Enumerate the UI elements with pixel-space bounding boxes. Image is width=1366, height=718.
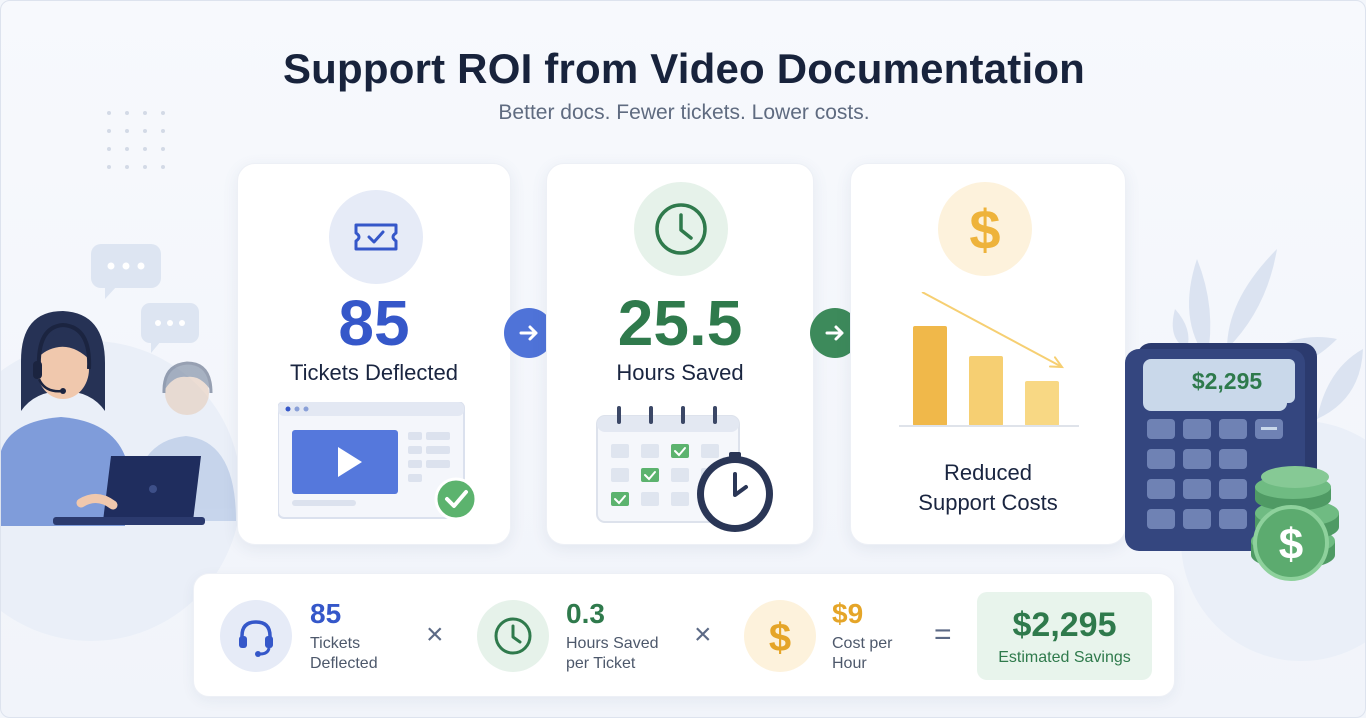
ticket-icon-circle xyxy=(329,190,423,284)
roi-formula-bar: 85 Tickets Deflected × 0.3 Hours Saved p… xyxy=(193,573,1175,697)
headset-icon xyxy=(239,620,273,657)
formula-cost-label-line1: Cost per xyxy=(832,635,893,652)
cost-bar xyxy=(913,326,947,426)
tickets-deflected-value: 85 xyxy=(338,287,410,359)
chat-bubble-icon xyxy=(91,244,161,299)
reduced-costs-label-line2: Support Costs xyxy=(918,490,1058,515)
coin-stack-illustration: $ xyxy=(1251,466,1339,581)
dollar-icon: $ xyxy=(969,198,1000,261)
formula-tickets-value: 85 xyxy=(310,598,342,629)
hours-saved-label: Hours Saved xyxy=(616,360,744,385)
svg-text:$: $ xyxy=(969,198,1000,261)
tickets-deflected-card: 85 Tickets Deflected xyxy=(237,163,511,545)
formula-hours-label-line2: per Ticket xyxy=(566,655,636,672)
svg-text:$: $ xyxy=(1279,520,1303,569)
equals-operator: = xyxy=(934,618,952,651)
check-badge-icon xyxy=(434,477,478,521)
formula-tickets-label-line2: Deflected xyxy=(310,655,378,672)
clock-icon-circle xyxy=(477,600,549,672)
hours-saved-value: 25.5 xyxy=(617,287,743,359)
formula-cost-label: Cost per Hour xyxy=(832,634,942,674)
clock-icon-circle xyxy=(634,182,728,276)
cost-bar xyxy=(1025,381,1059,426)
estimated-savings-box: $2,295 Estimated Savings xyxy=(977,592,1152,680)
cost-bar xyxy=(969,356,1003,426)
video-documentation-illustration xyxy=(278,402,478,521)
dollar-icon-circle: $ xyxy=(938,182,1032,276)
reduced-costs-card: $ Reduced Support Costs xyxy=(850,163,1126,545)
formula-tickets-label-line1: Tickets xyxy=(310,635,361,652)
formula-tickets-label: Tickets Deflected xyxy=(310,634,420,674)
svg-text:$: $ xyxy=(769,616,791,659)
page-title: Support ROI from Video Documentation xyxy=(282,45,1086,92)
calculator-display: $2,295 xyxy=(1159,359,1295,403)
clock-icon xyxy=(494,617,532,655)
infographic-frame: Support ROI from Video Documentation Bet… xyxy=(0,0,1366,718)
clock-icon xyxy=(655,203,707,255)
dollar-icon: $ xyxy=(769,616,791,659)
hours-saved-card: 25.5 Hours Saved xyxy=(546,163,814,545)
formula-hours-label-line1: Hours Saved xyxy=(566,635,659,652)
reduced-costs-label: Reduced Support Costs xyxy=(851,458,1125,518)
formula-hours-label: Hours Saved per Ticket xyxy=(566,634,676,674)
formula-cost-value: $9 xyxy=(832,598,864,629)
estimated-savings-value: $2,295 xyxy=(1012,606,1117,644)
formula-hours-value: 0.3 xyxy=(566,598,605,629)
tickets-deflected-label: Tickets Deflected xyxy=(290,360,458,385)
chat-bubble-icon xyxy=(141,303,199,353)
multiply-operator: × xyxy=(694,618,712,651)
page-subtitle: Better docs. Fewer tickets. Lower costs. xyxy=(498,101,870,124)
ticket-icon xyxy=(354,223,398,251)
reduced-costs-bar-chart xyxy=(899,292,1079,427)
dollar-icon-circle: $ xyxy=(744,600,816,672)
multiply-operator: × xyxy=(426,618,444,651)
reduced-costs-label-line1: Reduced xyxy=(943,460,1033,485)
estimated-savings-label: Estimated Savings xyxy=(998,649,1131,666)
headset-icon-circle xyxy=(220,600,292,672)
support-agents-illustration xyxy=(1,244,236,526)
calendar-clock-illustration xyxy=(596,406,773,532)
formula-cost-label-line2: Hour xyxy=(832,655,867,672)
